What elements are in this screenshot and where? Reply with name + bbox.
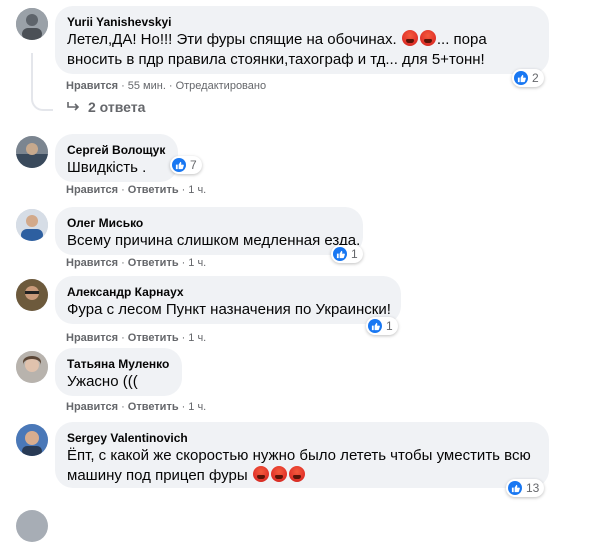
reply-button[interactable]: Ответить [128,184,179,196]
comment-bubble: Татьяна Муленко Ужасно ((( [55,348,182,396]
thread-line [31,53,53,111]
comment-actions: Нравится · Ответить · 1 ч. [66,401,207,413]
comment-bubble: Yurii Yanishevskyi Летел,ДА! Но!!! Эти ф… [55,6,549,74]
reaction-count[interactable]: 1 [331,245,363,263]
reaction-count[interactable]: 7 [170,156,202,174]
comment-bubble: Александр Карнаух Фура с лесом Пункт наз… [55,276,401,324]
angry-emoji-icon [288,466,305,482]
reply-arrow-icon [67,102,80,111]
timestamp[interactable]: 1 ч. [188,184,206,196]
reaction-count[interactable]: 2 [512,69,544,87]
comment-text: Всему причина слишком медленная езда. [67,232,361,249]
like-icon [508,481,522,495]
comment-actions: Нравится · 55 мин. · Отредактировано [66,80,267,92]
comment-actions: Нравится · Ответить · 1 ч. [66,184,207,196]
comment-bubble: Олег Мисько Всему причина слишком медлен… [55,207,363,255]
comment-author[interactable]: Олег Мисько [67,215,351,231]
like-button[interactable]: Нравится [66,80,118,92]
avatar[interactable] [16,351,48,383]
reply-button[interactable]: Ответить [128,332,179,344]
comment-author[interactable]: Сергей Волощук [67,142,166,158]
reaction-count[interactable]: 1 [366,317,398,335]
avatar[interactable] [16,510,48,542]
comment-bubble: Sergey Valentinovich Ёпт, с какой же ско… [55,422,549,488]
reply-button[interactable]: Ответить [128,401,179,413]
avatar[interactable] [16,209,48,241]
comment-actions: Нравится · Ответить · 1 ч. [66,332,207,344]
like-button[interactable]: Нравится [66,332,118,344]
avatar[interactable] [16,8,48,40]
reply-button[interactable]: Ответить [128,257,179,269]
reaction-count[interactable]: 13 [506,479,545,497]
like-button[interactable]: Нравится [66,257,118,269]
timestamp[interactable]: 1 ч. [188,401,206,413]
comment-text-line: машину под прицеп фуры [67,466,537,486]
avatar[interactable] [16,136,48,168]
comment-author[interactable]: Yurii Yanishevskyi [67,14,537,30]
view-replies-button[interactable]: 2 ответа [66,99,145,115]
comment-author[interactable]: Sergey Valentinovich [67,430,537,446]
angry-emoji-icon [401,30,418,46]
edited-label: Отредактировано [175,80,267,92]
comment-author[interactable]: Александр Карнаух [67,284,389,300]
comment-text: Фура с лесом Пункт назначения по Украинс… [67,301,391,318]
timestamp[interactable]: 55 мин. [128,80,166,92]
angry-emoji-icon [270,466,287,482]
avatar[interactable] [16,424,48,456]
angry-emoji-icon [252,466,269,482]
comment-author[interactable]: Татьяна Муленко [67,356,170,372]
timestamp[interactable]: 1 ч. [188,332,206,344]
like-icon [172,158,186,172]
comment-text-line: вносить в пдр правила стоянки,тахограф и… [67,51,485,68]
avatar[interactable] [16,279,48,311]
like-icon [368,319,382,333]
like-icon [333,247,347,261]
like-button[interactable]: Нравится [66,184,118,196]
comment-text: Ужасно ((( [67,373,138,390]
like-button[interactable]: Нравится [66,401,118,413]
comment-actions: Нравится · Ответить · 1 ч. [66,257,207,269]
angry-emoji-icon [419,30,436,46]
timestamp[interactable]: 1 ч. [188,257,206,269]
comment-text-line: Летел,ДА! Но!!! Эти фуры спящие на обочи… [67,30,487,48]
comment-bubble: Сергей Волощук Швидкість . [55,134,178,182]
comment-text: Швидкість . [67,159,147,176]
comment-text-line: Ёпт, с какой же скоростью нужно было лет… [67,447,531,464]
like-icon [514,71,528,85]
